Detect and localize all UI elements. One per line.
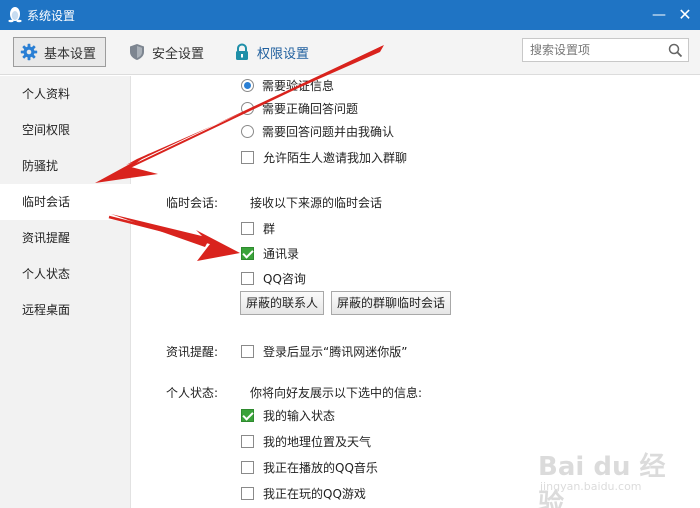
checkbox-show-tencent-mini[interactable]: 登录后显示“腾讯网迷你版” (241, 342, 407, 360)
checkbox-typing-status[interactable]: 我的输入状态 (241, 406, 335, 424)
gear-icon (20, 43, 38, 61)
qq-penguin-icon (8, 7, 22, 23)
search-icon[interactable] (668, 43, 683, 58)
sidebar-item-anti-harassment[interactable]: 防骚扰 (0, 148, 131, 184)
option-label: 允许陌生人邀请我加入群聊 (263, 150, 408, 165)
personal-status-label: 个人状态: (166, 386, 219, 400)
blocked-group-sessions-button[interactable]: 屏蔽的群聊临时会话 (331, 291, 452, 315)
radio-button[interactable] (241, 124, 254, 138)
blocked-contacts-button[interactable]: 屏蔽的联系人 (240, 291, 325, 315)
checkbox-contacts[interactable]: 通讯录 (241, 244, 299, 262)
baidu-jingyan-watermark: Bai du 经验 jingyan.baidu.com (538, 432, 688, 508)
radio-button[interactable] (241, 101, 254, 115)
tab-basic-settings[interactable]: 基本设置 (13, 37, 106, 67)
checkbox[interactable] (241, 408, 254, 422)
sidebar-item-personal-status[interactable]: 个人状态 (0, 256, 131, 292)
option-label: QQ咨询 (263, 271, 306, 286)
checkbox[interactable] (241, 460, 254, 474)
watermark-subtext: jingyan.baidu.com (540, 480, 642, 493)
option-label: 需要正确回答问题 (262, 101, 359, 116)
option-label: 需要验证信息 (262, 78, 335, 93)
option-label: 需要回答问题并由我确认 (262, 124, 395, 139)
temp-session-description: 接收以下来源的临时会话 (250, 196, 383, 210)
watermark-text: Bai du 经验 (538, 452, 666, 508)
tab-permission-settings[interactable]: 权限设置 (233, 37, 309, 67)
checkbox-qq-music[interactable]: 我正在播放的QQ音乐 (241, 458, 378, 476)
option-label: 通讯录 (263, 246, 300, 261)
checkbox-qq-consult[interactable]: QQ咨询 (241, 269, 306, 287)
checkbox[interactable] (241, 486, 254, 500)
checkbox[interactable] (241, 221, 254, 235)
option-label: 我正在播放的QQ音乐 (263, 460, 378, 475)
sidebar-item-space-permission[interactable]: 空间权限 (0, 112, 131, 148)
tab-label: 安全设置 (152, 46, 205, 62)
lock-icon (236, 43, 248, 60)
checkbox[interactable] (241, 434, 254, 448)
tab-label: 权限设置 (257, 46, 310, 62)
checkbox[interactable] (241, 271, 254, 285)
checkbox[interactable] (241, 150, 254, 164)
minimize-button[interactable]: — (649, 5, 669, 25)
radio-option-answer-and-confirm[interactable]: 需要回答问题并由我确认 (241, 122, 394, 140)
news-reminder-label: 资讯提醒: (166, 345, 219, 359)
sidebar-item-news-reminder[interactable]: 资讯提醒 (0, 220, 131, 256)
option-label: 我正在玩的QQ游戏 (263, 486, 366, 501)
sidebar-item-remote-desktop[interactable]: 远程桌面 (0, 292, 131, 328)
checkbox-location-weather[interactable]: 我的地理位置及天气 (241, 432, 371, 450)
radio-button[interactable] (241, 78, 254, 92)
search-box (522, 38, 689, 62)
option-label: 群 (263, 221, 276, 236)
radio-option-answer-question[interactable]: 需要正确回答问题 (241, 99, 358, 117)
option-label: 我的输入状态 (263, 408, 336, 423)
checkbox-allow-invite[interactable]: 允许陌生人邀请我加入群聊 (241, 148, 407, 166)
checkbox-qq-game[interactable]: 我正在玩的QQ游戏 (241, 484, 366, 502)
tab-label: 基本设置 (44, 46, 97, 62)
checkbox[interactable] (241, 246, 254, 260)
sidebar: 个人资料 空间权限 防骚扰 临时会话 资讯提醒 个人状态 远程桌面 (0, 76, 132, 508)
personal-status-description: 你将向好友展示以下选中的信息: (250, 386, 423, 400)
sidebar-item-profile[interactable]: 个人资料 (0, 76, 131, 112)
option-label: 我的地理位置及天气 (263, 434, 372, 449)
temp-session-label: 临时会话: (166, 196, 219, 210)
search-input[interactable] (530, 42, 660, 58)
checkbox[interactable] (241, 344, 254, 358)
radio-option-verify-info[interactable]: 需要验证信息 (241, 76, 334, 94)
title-bar: 系统设置 — ✕ (0, 0, 700, 30)
checkbox-group[interactable]: 群 (241, 219, 275, 237)
option-label: 登录后显示“腾讯网迷你版” (263, 344, 408, 359)
window-title: 系统设置 (27, 9, 76, 23)
shield-icon (130, 44, 144, 60)
close-button[interactable]: ✕ (675, 5, 695, 25)
sidebar-item-temp-session[interactable]: 临时会话 (0, 184, 132, 220)
tab-security-settings[interactable]: 安全设置 (128, 37, 204, 67)
